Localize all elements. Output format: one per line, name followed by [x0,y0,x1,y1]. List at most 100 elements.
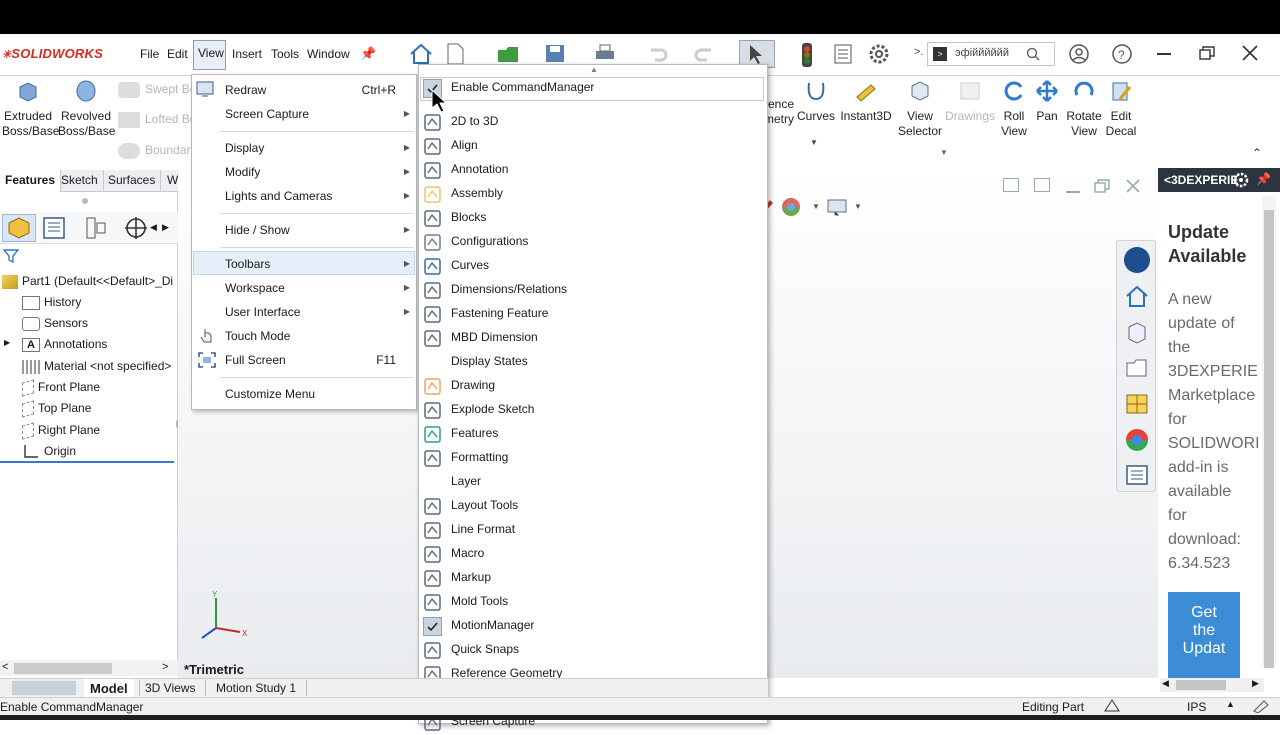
menu-view[interactable]: View [193,40,226,70]
menu-window[interactable]: Window [307,47,350,61]
menu-item-redraw[interactable]: Redraw [225,83,266,97]
tile-right-icon[interactable] [1034,178,1050,192]
tree-item-sensors[interactable]: Sensors [22,316,88,331]
toolbar-item-display-states[interactable]: Display States [451,351,528,371]
tab-features[interactable]: Features [0,170,62,192]
scene-dropdown-icon[interactable]: ▼ [812,202,820,211]
custom-properties-icon[interactable] [1124,463,1150,487]
tree-item-front-plane[interactable]: Front Plane [22,379,100,397]
task-pane-scroll-thumb[interactable] [1264,210,1274,668]
doc-minimize-icon[interactable] [1066,191,1080,193]
units-dropdown-icon[interactable]: ▲ [1226,699,1235,709]
tile-left-icon[interactable] [1003,178,1019,192]
tree-scrollbar[interactable]: < > [0,660,178,676]
tab-motion-study[interactable]: Motion Study 1 [205,680,308,696]
tree-item-origin[interactable]: Origin [22,444,76,459]
instant3d-button[interactable]: Instant3D [840,79,892,124]
menu-edit[interactable]: Edit [167,47,188,61]
pan-button[interactable]: Pan [1033,79,1061,124]
search-input[interactable]: эфійййййй [955,47,1009,59]
boundary-boss-button[interactable]: Boundary [118,143,196,159]
view-selector-button[interactable]: View Selector ▼ [896,79,948,160]
scroll-right-icon[interactable]: > [162,661,168,673]
toolbar-item-quick-snaps[interactable]: Quick Snaps [451,639,519,659]
menu-item-lights-cameras[interactable]: Lights and Cameras [225,189,332,203]
toolbar-item-formatting[interactable]: Formatting [451,447,508,467]
rollback-bar[interactable] [0,461,174,463]
roll-view-button[interactable]: Roll View [998,79,1030,139]
toolbar-item-fastening-feature[interactable]: Fastening Feature [451,303,548,323]
graphics-area-right[interactable] [768,168,1158,678]
submenu-scroll-up-icon[interactable]: ▲ [590,65,598,74]
search-icon[interactable] [1026,47,1040,61]
user-account-icon[interactable] [1068,43,1090,65]
appearances-icon[interactable] [1124,427,1150,453]
menu-item-hide-show[interactable]: Hide / Show [225,223,290,237]
tp-scroll-left-icon[interactable]: ◀ [1162,678,1169,689]
redo-icon[interactable] [693,42,719,66]
toolbar-item-dimensions-relations[interactable]: Dimensions/Relations [451,279,567,299]
toolbar-item-configurations[interactable]: Configurations [451,231,528,251]
units-label[interactable]: IPS [1187,700,1206,714]
toolbar-item-macro[interactable]: Macro [451,543,484,563]
task-pane-gear-icon[interactable] [1232,171,1250,189]
toolbar-item-enable-commandmanager[interactable]: Enable CommandManager [451,77,594,97]
toolbar-item-explode-sketch[interactable]: Explode Sketch [451,399,534,419]
tabs-scroll-right-icon[interactable]: ▶ [162,222,169,233]
view-selector-dropdown-icon[interactable]: ▼ [940,145,948,160]
configuration-manager-tab-icon[interactable] [82,215,110,241]
rebuild-status-icon[interactable] [1102,698,1122,714]
expand-chevron-icon[interactable]: >. [914,46,923,58]
toolbar-item-mold-tools[interactable]: Mold Tools [451,591,508,611]
undo-icon[interactable] [645,42,671,66]
tab-3d-views[interactable]: 3D Views [139,680,200,696]
tabs-scroll-left-icon[interactable]: ◀ [150,222,157,233]
toolbar-item-layer[interactable]: Layer [451,471,481,491]
tp-scroll-thumb[interactable] [1176,680,1226,690]
file-explorer-icon[interactable] [1124,355,1150,381]
toolbar-item-annotation[interactable]: Annotation [451,159,508,179]
file-properties-icon[interactable] [832,43,854,65]
toolbar-item-align[interactable]: Align [451,135,478,155]
menu-item-modify[interactable]: Modify [225,165,260,179]
menu-item-customize-menu[interactable]: Customize Menu [225,387,315,401]
print-icon[interactable] [593,42,619,66]
view-palette-icon[interactable] [1124,391,1150,417]
toolbar-item-motionmanager[interactable]: MotionManager [451,615,534,635]
close-icon[interactable] [1242,45,1258,61]
toolbar-item-line-format[interactable]: Line Format [451,519,515,539]
task-pane-hscroll[interactable]: ◀ ▶ [1160,678,1264,692]
menu-item-screen-capture[interactable]: Screen Capture [225,107,309,121]
view-settings-dropdown-icon[interactable]: ▼ [854,202,862,211]
tree-item-annotations[interactable]: A Annotations [22,337,107,352]
task-pane-pin-icon[interactable]: 📌 [1256,172,1271,188]
view-settings-icon[interactable] [826,198,848,216]
scroll-left-icon[interactable]: < [2,661,8,673]
tree-item-right-plane[interactable]: Right Plane [22,422,100,440]
tab-model[interactable]: Model [84,679,134,698]
tree-item-material[interactable]: Material <not specified> [22,359,171,374]
search-box[interactable]: > эфійййййй [927,42,1055,66]
feature-manager-tab-icon[interactable] [2,214,36,242]
save-icon[interactable] [543,42,569,66]
resources-home-icon[interactable] [1124,283,1150,309]
toolbar-item-blocks[interactable]: Blocks [451,207,486,227]
tab-navigation-arrows-icon[interactable] [12,681,76,695]
scroll-thumb[interactable] [14,663,112,674]
toolbar-item-drawing[interactable]: Drawing [451,375,495,395]
menu-item-display[interactable]: Display [225,141,264,155]
toolbar-item-assembly[interactable]: Assembly [451,183,503,203]
menu-item-toolbars[interactable]: Toolbars [225,257,270,271]
doc-restore-icon[interactable] [1094,179,1110,193]
rotate-view-button[interactable]: Rotate View [1064,79,1104,139]
restore-icon[interactable] [1199,46,1215,60]
design-library-icon[interactable] [1124,319,1150,345]
menu-item-workspace[interactable]: Workspace [225,281,285,295]
extruded-boss-button[interactable]: Extruded Boss/Base [2,79,59,139]
menu-insert[interactable]: Insert [232,47,262,61]
home-icon[interactable] [408,42,436,66]
panel-grip[interactable] [82,198,88,204]
task-pane-scrollbar[interactable] [1262,196,1276,668]
reference-geometry-button[interactable]: rence metry ▼ [764,97,818,150]
menu-tools[interactable]: Tools [271,47,299,61]
